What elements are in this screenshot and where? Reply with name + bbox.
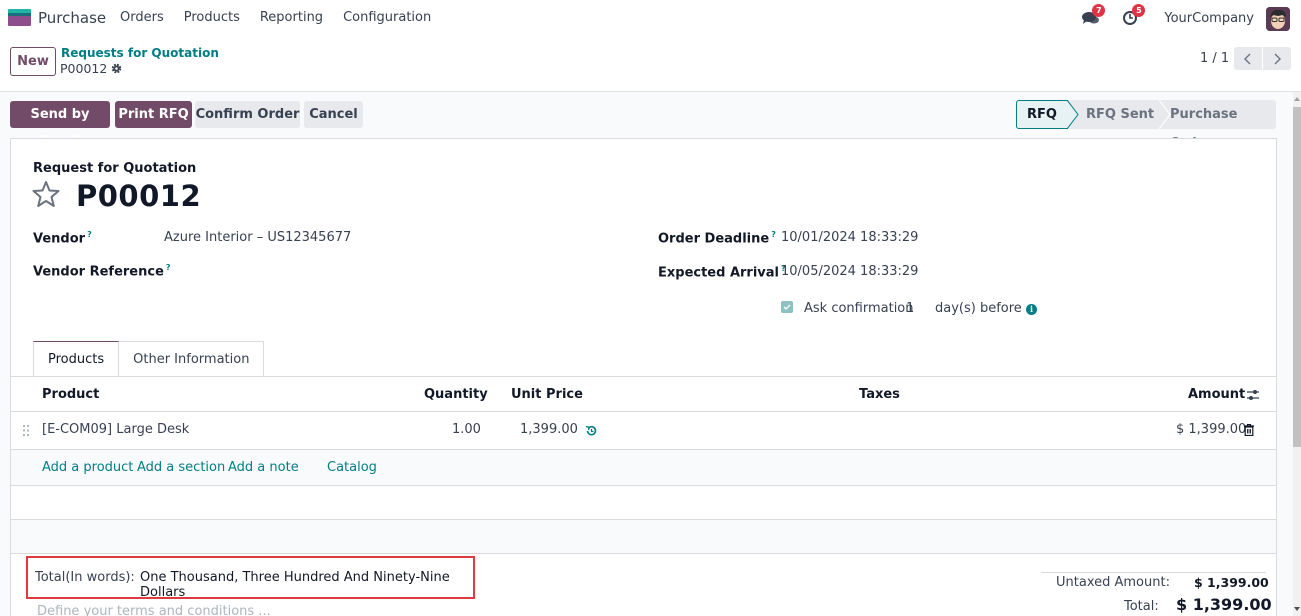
cell-unit-price[interactable]: 1,399.00 — [520, 422, 578, 437]
app-menu-icon[interactable] — [8, 9, 31, 26]
cell-amount: $ 1,399.00 — [1176, 422, 1247, 437]
expected-arrival-label: Expected Arrival? — [658, 264, 786, 280]
vendor-label: Vendor? — [33, 230, 92, 246]
main-menu: Orders Products Reporting Configuration — [110, 10, 441, 25]
total-in-words-label: Total(In words): — [35, 570, 135, 585]
add-line-row: Add a product Add a section Add a note C… — [11, 450, 1276, 486]
print-rfq-button[interactable]: Print RFQ — [115, 101, 192, 128]
pager-value[interactable]: 1 / 1 — [1200, 51, 1229, 66]
vendor-help-icon[interactable]: ? — [87, 230, 92, 239]
messages-button[interactable]: 7 — [1082, 3, 1106, 28]
total-label: Total: — [1124, 599, 1159, 614]
new-button[interactable]: New — [10, 47, 56, 76]
stage-rfq-sent[interactable]: RFQ Sent — [1086, 100, 1154, 129]
vendor-reference-label: Vendor Reference? — [33, 263, 171, 279]
ask-confirmation-label: Ask confirmation — [804, 301, 914, 316]
form-subtitle: Request for Quotation — [33, 161, 197, 176]
vendor-label-text: Vendor — [33, 231, 86, 247]
checkmark-icon — [783, 304, 791, 310]
expected-arrival-label-text: Expected Arrival — [658, 265, 779, 281]
pager-next-button[interactable] — [1263, 47, 1291, 70]
form-sheet: Request for Quotation P00012 Vendor? Azu… — [10, 138, 1277, 616]
untaxed-amount-value: $ 1,399.00 — [1194, 575, 1269, 590]
star-icon[interactable] — [31, 180, 61, 208]
column-product[interactable]: Product — [42, 387, 99, 402]
days-before-label: day(s) before — [935, 301, 1022, 316]
gear-icon[interactable] — [111, 63, 122, 74]
ask-confirmation-checkbox[interactable] — [781, 301, 793, 313]
vendor-reference-field[interactable] — [164, 263, 564, 281]
menu-products[interactable]: Products — [174, 10, 250, 25]
menu-configuration[interactable]: Configuration — [333, 10, 441, 25]
control-panel: New Requests for Quotation P00012 1 / 1 — [0, 37, 1301, 92]
activities-button[interactable]: 5 — [1122, 3, 1146, 28]
cancel-button[interactable]: Cancel — [304, 101, 363, 128]
status-bar: RFQ RFQ Sent Purchase Order — [1016, 100, 1276, 151]
column-unit-price[interactable]: Unit Price — [511, 387, 583, 402]
breadcrumb-parent[interactable]: Requests for Quotation — [61, 46, 219, 60]
scroll-down-arrow-icon[interactable] — [1294, 607, 1300, 611]
add-note-link[interactable]: Add a note — [228, 460, 299, 475]
vendor-field[interactable]: Azure Interior – US12345677 — [164, 230, 351, 245]
totals-divider — [1041, 572, 1266, 573]
tab-other-information[interactable]: Other Information — [119, 341, 265, 377]
chevron-right-icon — [1274, 53, 1281, 64]
empty-row — [11, 486, 1276, 520]
form-title: P00012 — [76, 179, 202, 213]
messages-badge: 7 — [1092, 3, 1106, 17]
breadcrumb-current-label: P00012 — [60, 61, 108, 76]
send-by-email-button[interactable]: Send by Email — [10, 101, 110, 149]
order-deadline-label-text: Order Deadline — [658, 231, 770, 247]
add-product-link[interactable]: Add a product — [42, 460, 133, 475]
catalog-link[interactable]: Catalog — [327, 460, 377, 475]
cell-product[interactable]: [E-COM09] Large Desk — [42, 422, 189, 437]
ask-confirmation-days-field[interactable]: 1 — [906, 301, 914, 316]
order-lines-table: Product Quantity Unit Price Taxes Amount… — [11, 377, 1276, 554]
scrollbar-thumb[interactable] — [1293, 107, 1301, 447]
top-navbar: Purchase Orders Products Reporting Confi… — [0, 0, 1301, 37]
confirm-order-button[interactable]: Confirm Order — [195, 101, 300, 128]
add-section-link[interactable]: Add a section — [137, 460, 225, 475]
breadcrumb-current: P00012 — [60, 61, 122, 76]
cell-quantity[interactable]: 1.00 — [452, 422, 481, 437]
stage-arrow-icon — [1067, 100, 1079, 129]
chevron-left-icon — [1244, 53, 1251, 64]
tab-products[interactable]: Products — [33, 341, 120, 377]
app-name[interactable]: Purchase — [38, 9, 106, 27]
column-amount[interactable]: Amount — [1188, 387, 1245, 402]
column-taxes[interactable]: Taxes — [859, 387, 900, 402]
table-header: Product Quantity Unit Price Taxes Amount — [11, 377, 1276, 412]
user-avatar[interactable] — [1266, 6, 1290, 31]
total-in-words-box: Total(In words): One Thousand, Three Hun… — [26, 556, 475, 600]
total-in-words-value: One Thousand, Three Hundred And Ninety-N… — [140, 570, 450, 600]
stage-purchase-order[interactable]: Purchase Order — [1170, 100, 1276, 151]
empty-row — [11, 520, 1276, 554]
trash-icon[interactable] — [1244, 424, 1254, 436]
activities-badge: 5 — [1132, 3, 1146, 17]
expected-arrival-field[interactable]: 10/05/2024 18:33:29 — [781, 264, 918, 279]
pager-previous-button[interactable] — [1234, 47, 1262, 70]
order-deadline-help-icon[interactable]: ? — [771, 230, 776, 239]
menu-reporting[interactable]: Reporting — [250, 10, 333, 25]
info-icon[interactable]: i — [1026, 304, 1037, 315]
menu-orders[interactable]: Orders — [110, 10, 174, 25]
company-switcher[interactable]: YourCompany — [1164, 11, 1254, 26]
column-settings-icon[interactable] — [1246, 389, 1260, 401]
scroll-up-arrow-icon[interactable] — [1294, 97, 1300, 101]
untaxed-amount-label: Untaxed Amount: — [1056, 575, 1170, 590]
history-icon[interactable] — [585, 425, 597, 437]
page-scrollbar[interactable] — [1293, 92, 1301, 616]
order-deadline-label: Order Deadline? — [658, 230, 776, 246]
total-value: $ 1,399.00 — [1176, 595, 1272, 614]
terms-and-conditions-field[interactable]: Define your terms and conditions ... — [37, 604, 271, 616]
notebook-tabs: Products Other Information — [33, 341, 265, 377]
order-deadline-field[interactable]: 10/01/2024 18:33:29 — [781, 230, 918, 245]
drag-handle-icon[interactable] — [23, 425, 29, 436]
table-row[interactable]: [E-COM09] Large Desk 1.00 1,399.00 $ 1,3… — [11, 412, 1276, 450]
vendor-reference-label-text: Vendor Reference — [33, 264, 164, 280]
stage-rfq[interactable]: RFQ — [1016, 100, 1068, 129]
column-quantity[interactable]: Quantity — [424, 387, 488, 402]
